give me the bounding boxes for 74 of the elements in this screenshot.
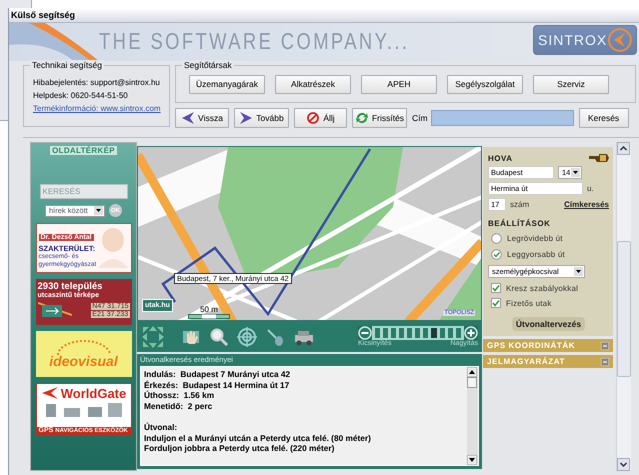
street-suffix: u. [587, 184, 594, 194]
scroll-down-icon[interactable] [467, 455, 477, 466]
back-button[interactable]: Vissza [175, 108, 229, 128]
settings-title: BEÁLLÍTÁSOK [488, 219, 552, 228]
group-title: Segítőtársak [182, 60, 234, 70]
search-icon[interactable] [209, 326, 229, 347]
option-label: Legrövidebb út [507, 234, 563, 244]
scroll-thumb[interactable] [467, 377, 477, 388]
option-label: Leggyorsabb út [507, 250, 565, 260]
dropdown-arrow-icon [574, 267, 583, 276]
scroll-up-icon[interactable] [617, 142, 630, 156]
dropdown-arrow-icon [571, 168, 580, 178]
forward-arrow-icon [239, 112, 254, 124]
result-line: Indulás: Budapest 7 Murányi utca 42 [144, 369, 292, 380]
back-arrow-icon [181, 112, 196, 124]
scroll-down-icon[interactable] [617, 458, 630, 472]
expand-icon[interactable] [601, 342, 609, 350]
partner-button[interactable]: Szerviz [533, 74, 609, 94]
form-title: HOVA [488, 154, 513, 163]
logo-text: SINTROX [538, 32, 608, 48]
refresh-button[interactable]: Frissítés [352, 108, 407, 128]
pointer-icon[interactable] [265, 326, 285, 347]
checkbox[interactable] [491, 298, 501, 308]
group-title: Technikai segítség [30, 60, 104, 70]
address-field[interactable] [430, 110, 574, 126]
support-text: Hibabejelentés: support@sintrox.hu [33, 78, 161, 87]
option-label: Kresz szabályokkal [506, 284, 578, 293]
result-line: Menetidő: 2 perc [144, 401, 214, 412]
route-step: Induljon el a Murányi utcán a Peterdy utca felé. (80 méter) [144, 432, 464, 444]
route-step: Forduljon jobbra a Peterdy utca felé. (220 méter) [144, 443, 464, 454]
pan-arrows-icon[interactable] [141, 324, 165, 349]
address-search-link[interactable]: Címkeresés [564, 200, 609, 210]
ad-text: 2930 település [38, 281, 104, 292]
result-line: Úthossz: 1.56 km [144, 390, 216, 402]
search-field[interactable]: KERESÉS [40, 184, 128, 200]
stop-button[interactable]: Állj [294, 108, 347, 128]
refresh-icon [354, 112, 369, 124]
scale-label: 50 m [200, 306, 218, 314]
number-label: szám [510, 200, 530, 210]
scale-bar [188, 314, 230, 320]
partner-button[interactable]: APEH [361, 74, 437, 94]
ad-logo-text: WorldGate [60, 386, 126, 401]
window-title: Külső segítség [11, 10, 76, 20]
forward-button[interactable]: Tovább [234, 108, 289, 128]
dropdown-arrow-icon [94, 206, 103, 216]
checkbox[interactable] [491, 283, 501, 294]
ad-logo-text: ideovisual [49, 353, 118, 370]
scrollbar[interactable] [467, 367, 478, 466]
address-label: Cím [412, 112, 428, 123]
partner-button[interactable]: Alkatrészek [275, 74, 351, 94]
result-line: Érkezés: Budapest 14 Hermina út 17 [144, 380, 290, 390]
sidebar-title: OLDALTÉRKÉP [50, 146, 117, 156]
stop-icon [306, 112, 320, 124]
scroll-up-icon[interactable] [467, 367, 477, 378]
zoom-out-button[interactable] [358, 326, 372, 340]
pointing-hand-icon [589, 153, 609, 164]
option-label: Fizetős utak [506, 298, 552, 308]
partner-button[interactable]: Segélyszolgálat [447, 74, 523, 94]
scrollbar[interactable] [616, 142, 631, 472]
search-button[interactable]: Keresés [578, 108, 629, 128]
zoom-in-button[interactable] [464, 326, 478, 340]
scroll-thumb[interactable] [617, 241, 631, 378]
support-text: Helpdesk: 0620-544-51-50 [33, 90, 129, 100]
product-link[interactable]: Termékinformáció: www.sintrox.com [33, 104, 169, 113]
expand-icon[interactable] [601, 358, 609, 366]
zoom-step[interactable] [431, 328, 437, 338]
banner-slogan: THE SOFTWARE COMPANY... [99, 28, 410, 56]
partner-button[interactable]: Üzemanyagárak [189, 74, 265, 94]
target-icon[interactable] [237, 326, 257, 347]
plan-route-button[interactable]: Útvonaltervezés [512, 317, 586, 332]
arrow-logo-icon [607, 26, 633, 53]
route-title: Útvonal: [144, 422, 178, 433]
radio-button[interactable] [491, 233, 502, 244]
radio-button[interactable] [491, 249, 502, 260]
